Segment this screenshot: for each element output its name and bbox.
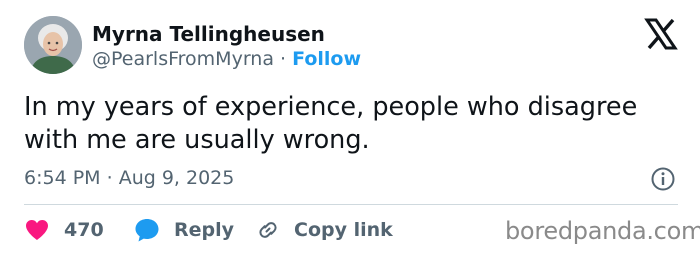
tweet-time: 6:54 PM — [24, 167, 101, 189]
tweet-text: In my years of experience, people who di… — [24, 92, 638, 155]
link-icon — [256, 218, 280, 242]
tweet-timestamp[interactable]: 6:54 PM · Aug 9, 2025 — [24, 167, 234, 189]
watermark: boredpanda.com — [505, 217, 700, 245]
info-icon[interactable] — [650, 166, 676, 192]
like-button[interactable]: 470 — [24, 217, 104, 243]
author-name[interactable]: Myrna Tellingheusen — [92, 22, 325, 46]
speech-bubble-icon — [134, 217, 160, 243]
tweet-date: Aug 9, 2025 — [118, 167, 235, 189]
heart-icon — [24, 218, 50, 242]
copy-link-label: Copy link — [294, 219, 393, 241]
divider — [24, 204, 678, 205]
follow-button[interactable]: Follow — [292, 48, 361, 70]
timestamp-separator: · — [106, 167, 113, 189]
reply-button[interactable]: Reply — [134, 217, 234, 243]
author-handle[interactable]: @PearlsFromMyrna — [92, 48, 274, 70]
reply-label: Reply — [174, 219, 235, 241]
avatar[interactable] — [24, 16, 82, 74]
x-logo-icon[interactable] — [644, 17, 678, 51]
copy-link-button[interactable]: Copy link — [256, 217, 393, 243]
like-count: 470 — [64, 219, 104, 241]
handle-separator: · — [280, 48, 287, 70]
author-handle-line: @PearlsFromMyrna · Follow — [92, 48, 361, 70]
